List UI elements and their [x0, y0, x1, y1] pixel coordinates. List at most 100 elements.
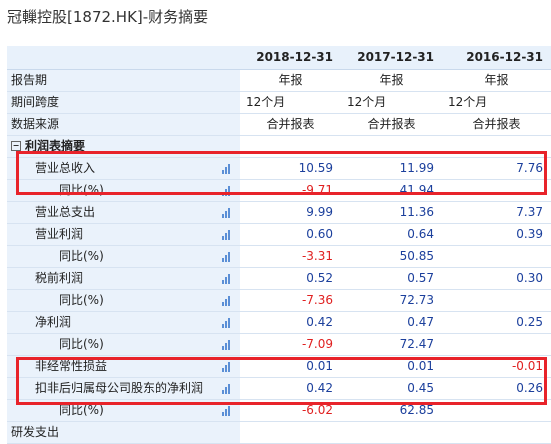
- cell-value: 41.94: [341, 179, 442, 202]
- bar-chart-icon[interactable]: [222, 340, 232, 350]
- header-blank-cell: [7, 46, 240, 70]
- section-label: 利润表摘要: [25, 139, 86, 153]
- cell-value: [442, 333, 551, 356]
- cell-value: [341, 421, 442, 444]
- bar-chart-icon[interactable]: [222, 318, 232, 328]
- table-header-row: 2018-12-31 2017-12-31 2016-12-31: [7, 46, 551, 70]
- row-label-cell: 研发支出: [7, 421, 240, 444]
- row-label: 同比(%): [59, 293, 104, 307]
- cell-value: 0.64: [341, 223, 442, 246]
- row-label-cell: 营业总支出: [7, 201, 240, 224]
- row-label: 营业利润: [35, 227, 84, 241]
- row-label: 营业总支出: [35, 205, 96, 219]
- table-row: 数据来源 合并报表 合并报表 合并报表: [7, 113, 551, 136]
- row-label-cell: 扣非后归属母公司股东的净利润: [7, 377, 240, 400]
- cell-value: [442, 245, 551, 268]
- cell-value: 11.99: [341, 157, 442, 180]
- cell-value: 72.47: [341, 333, 442, 356]
- cell-value: 0.39: [442, 223, 551, 246]
- table-row: 报告期 年报 年报 年报: [7, 69, 551, 92]
- bar-chart-icon[interactable]: [222, 252, 232, 262]
- table-row: 同比(%) -9.71 41.94: [7, 179, 551, 202]
- row-label-cell: 同比(%): [7, 245, 240, 268]
- collapse-icon[interactable]: −: [11, 140, 21, 151]
- row-label-cell: 净利润: [7, 311, 240, 334]
- section-row[interactable]: − 利润表摘要: [7, 135, 551, 158]
- cell-value: [442, 421, 551, 444]
- cell-value: [240, 421, 341, 444]
- row-label-cell: 税前利润: [7, 267, 240, 290]
- row-label: 研发支出: [11, 425, 60, 439]
- row-label: 扣非后归属母公司股东的净利润: [35, 381, 204, 395]
- row-label-cell: 同比(%): [7, 399, 240, 422]
- table-row: 同比(%) -7.09 72.47: [7, 333, 551, 356]
- cell-value: 12个月: [341, 91, 442, 114]
- bar-chart-icon[interactable]: [222, 230, 232, 240]
- cell-value: -0.01: [442, 355, 551, 378]
- cell-value: 年报: [341, 69, 442, 92]
- cell-value: 0.26: [442, 377, 551, 400]
- table-row: 净利润 0.42 0.47 0.25: [7, 311, 551, 334]
- row-label-cell: 营业总收入: [7, 157, 240, 180]
- column-header[interactable]: 2018-12-31: [240, 46, 341, 70]
- cell-value: -6.02: [240, 399, 341, 422]
- row-label-cell: 同比(%): [7, 179, 240, 202]
- table-row: 扣非后归属母公司股东的净利润 0.42 0.45 0.26: [7, 377, 551, 400]
- row-label-cell: 同比(%): [7, 333, 240, 356]
- cell-value: 0.52: [240, 267, 341, 290]
- bar-chart-icon[interactable]: [222, 186, 232, 196]
- cell-value: 12个月: [240, 91, 341, 114]
- cell-value: 0.57: [341, 267, 442, 290]
- cell-value: -7.36: [240, 289, 341, 312]
- cell-value: -9.71: [240, 179, 341, 202]
- row-label: 营业总收入: [35, 161, 96, 175]
- cell-value: 62.85: [341, 399, 442, 422]
- column-header[interactable]: 2017-12-31: [341, 46, 442, 70]
- cell-value: 0.30: [442, 267, 551, 290]
- row-label-cell: 营业利润: [7, 223, 240, 246]
- bar-chart-icon[interactable]: [222, 164, 232, 174]
- cell-value: -7.09: [240, 333, 341, 356]
- table-row: 同比(%) -7.36 72.73: [7, 289, 551, 312]
- cell-value: 0.47: [341, 311, 442, 334]
- page-title: 冠轈控股[1872.HK]-财务摘要: [7, 8, 209, 26]
- cell-value: 7.76: [442, 157, 551, 180]
- cell-value: 0.25: [442, 311, 551, 334]
- row-label: 税前利润: [35, 271, 84, 285]
- bar-chart-icon[interactable]: [222, 362, 232, 372]
- cell-value: -3.31: [240, 245, 341, 268]
- row-label: 期间跨度: [7, 91, 240, 114]
- table-row: 税前利润 0.52 0.57 0.30: [7, 267, 551, 290]
- table-row: 研发支出: [7, 421, 551, 444]
- table-row: 同比(%) -3.31 50.85: [7, 245, 551, 268]
- table-row: 营业总支出 9.99 11.36 7.37: [7, 201, 551, 224]
- bar-chart-icon[interactable]: [222, 274, 232, 284]
- table-row: 营业总收入 10.59 11.99 7.76: [7, 157, 551, 180]
- row-label: 报告期: [7, 69, 240, 92]
- cell-value: [442, 289, 551, 312]
- cell-value: 合并报表: [442, 113, 551, 136]
- row-label: 同比(%): [59, 337, 104, 351]
- bar-chart-icon[interactable]: [222, 296, 232, 306]
- financial-summary-table: 2018-12-31 2017-12-31 2016-12-31 报告期 年报年…: [7, 46, 551, 444]
- cell-value: 0.45: [341, 377, 442, 400]
- cell-value: 年报: [442, 69, 551, 92]
- cell-value: 0.42: [240, 377, 341, 400]
- row-label: 净利润: [35, 315, 72, 329]
- table-row: 期间跨度 12个月 12个月 12个月: [7, 91, 551, 114]
- table-row: 非经常性损益 0.01 0.01 -0.01: [7, 355, 551, 378]
- row-label: 同比(%): [59, 183, 104, 197]
- cell-value: 0.60: [240, 223, 341, 246]
- cell-value: 12个月: [442, 91, 551, 114]
- cell-value: [442, 179, 551, 202]
- section-label-cell[interactable]: − 利润表摘要: [7, 135, 240, 158]
- column-header[interactable]: 2016-12-31: [442, 46, 551, 70]
- cell-value: 0.01: [240, 355, 341, 378]
- bar-chart-icon[interactable]: [222, 208, 232, 218]
- cell-value: 合并报表: [341, 113, 442, 136]
- bar-chart-icon[interactable]: [222, 384, 232, 394]
- table-row: 营业利润 0.60 0.64 0.39: [7, 223, 551, 246]
- row-label-cell: 非经常性损益: [7, 355, 240, 378]
- row-label-cell: 同比(%): [7, 289, 240, 312]
- row-label: 数据来源: [7, 113, 240, 136]
